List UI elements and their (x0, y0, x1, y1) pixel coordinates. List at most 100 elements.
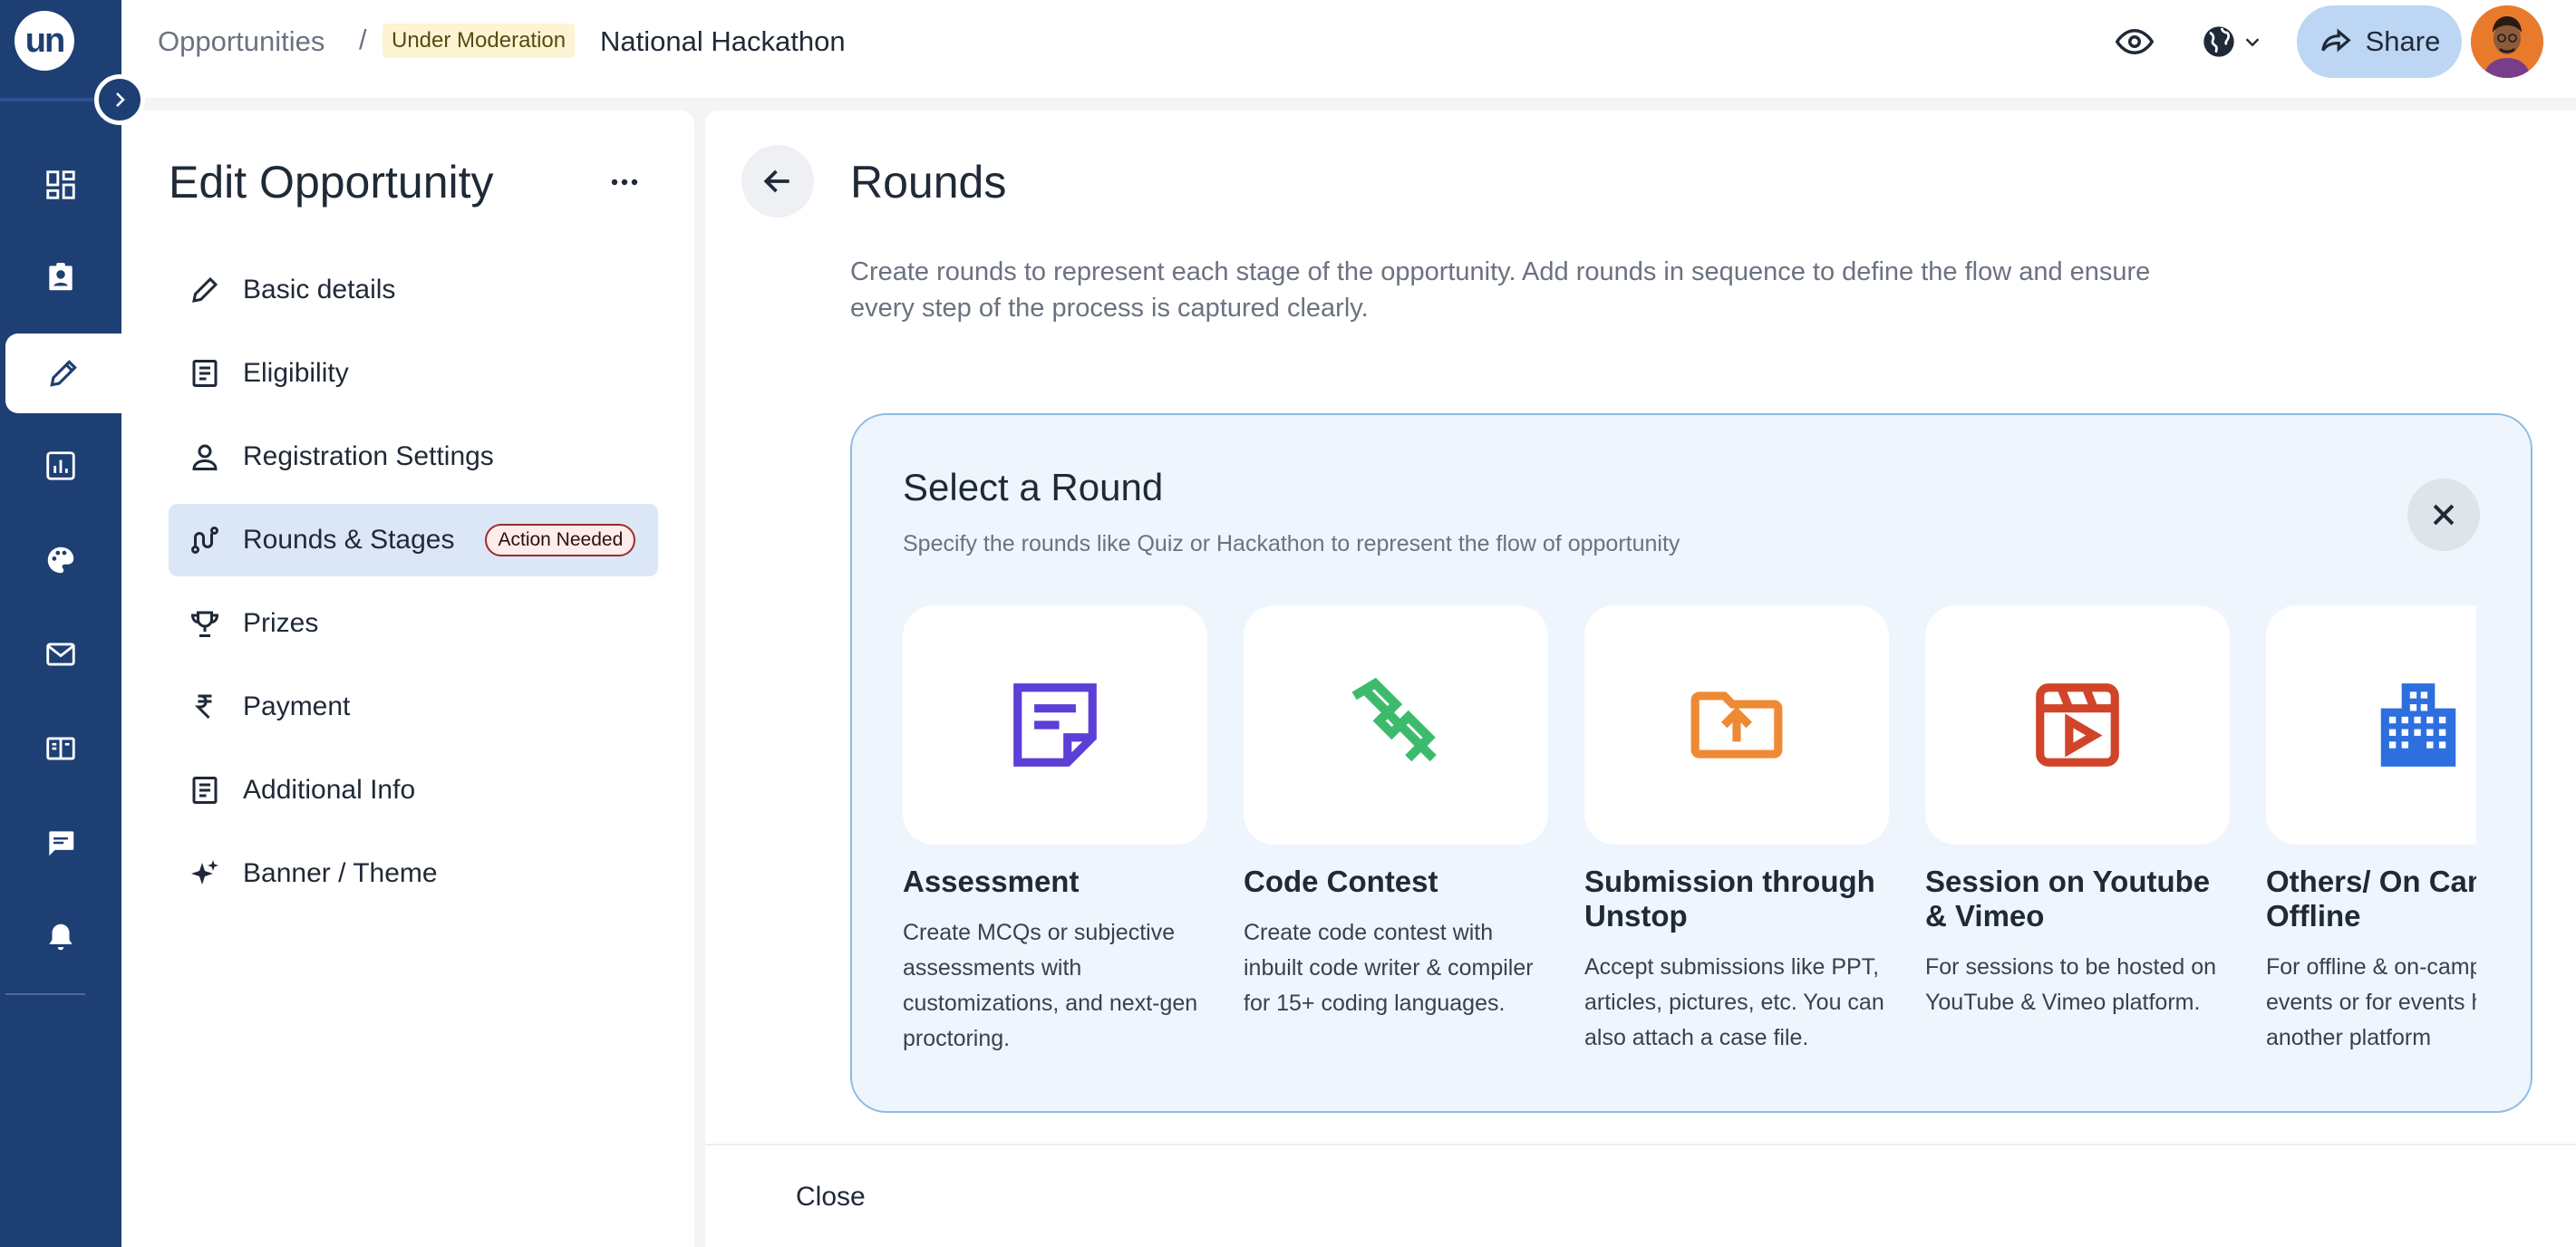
nav-item-payment[interactable]: Payment (169, 671, 658, 743)
rail-item-mail[interactable] (0, 614, 121, 694)
share-arrow-icon (2320, 28, 2351, 53)
trophy-icon (190, 611, 219, 637)
route-icon (191, 527, 218, 554)
select-round-title: Select a Round (903, 466, 1164, 508)
round-card-assessment[interactable]: Assessment Create MCQs or subjective ass… (903, 605, 1207, 1057)
round-card-code-contest[interactable]: Code Contest Create code contest with in… (1244, 605, 1548, 1021)
video-clap-icon (2036, 683, 2119, 767)
round-type-carousel: Assessment Create MCQs or subjective ass… (903, 605, 2476, 1095)
rail-item-contacts[interactable] (0, 237, 121, 317)
person-icon (192, 444, 218, 470)
nav-item-label: Prizes (243, 608, 319, 638)
breadcrumb-opportunities[interactable]: Opportunities (158, 25, 324, 58)
rail-divider-bottom (5, 993, 85, 995)
folder-upload-icon (1690, 691, 1783, 759)
close-select-round-button[interactable] (2407, 478, 2480, 551)
breadcrumb-current: National Hackathon (600, 25, 846, 57)
share-label: Share (2365, 25, 2441, 57)
mail-icon (46, 643, 75, 666)
more-horizontal-icon (611, 179, 638, 186)
round-card-description: Accept submissions like PPT, articles, p… (1584, 954, 1884, 1050)
nav-item-additional-info[interactable]: Additional Info (169, 754, 658, 826)
select-round-subtitle: Specify the rounds like Quiz or Hackatho… (903, 531, 1680, 556)
nav-item-registration-settings[interactable]: Registration Settings (169, 420, 658, 493)
book-icon (46, 737, 75, 760)
round-card-submission[interactable]: Submission through Unstop Accept submiss… (1584, 605, 1889, 1056)
round-card-description: For offline & on-campus events or for ev… (2266, 954, 2476, 1050)
nav-item-label: Banner / Theme (243, 858, 438, 888)
nav-item-label: Additional Info (243, 775, 416, 805)
action-needed-badge: Action Needed (485, 524, 636, 556)
nav-item-label: Basic details (243, 275, 396, 304)
nav-item-prizes[interactable]: Prizes (169, 587, 658, 660)
chat-icon (49, 831, 74, 856)
round-card-description: Create code contest with inbuilt code wr… (1244, 920, 1534, 1016)
nav-item-basic-details[interactable]: Basic details (169, 254, 658, 326)
bell-icon (49, 923, 73, 951)
nav-item-banner-theme[interactable]: Banner / Theme (169, 837, 658, 910)
preview-button[interactable] (2114, 20, 2155, 63)
nav-item-eligibility[interactable]: Eligibility (169, 337, 658, 410)
visibility-dropdown[interactable] (2197, 20, 2266, 63)
nav-item-label: Rounds & Stages (243, 525, 455, 555)
round-card-name: Others/ On Campus Offline (2266, 865, 2476, 933)
pencil-icon (50, 360, 77, 387)
rail-item-chat[interactable] (0, 803, 121, 883)
chevron-down-icon (2245, 38, 2260, 47)
nav-item-rounds-stages[interactable]: Rounds & Stages Action Needed (169, 504, 658, 576)
share-button[interactable]: Share (2297, 5, 2462, 78)
rail-item-palette[interactable] (0, 520, 121, 600)
round-card-description: Create MCQs or subjective assessments wi… (903, 920, 1198, 1051)
rail-item-notifications[interactable] (0, 897, 121, 977)
rail-item-dashboard[interactable] (0, 145, 121, 225)
close-icon (2433, 504, 2455, 526)
chevron-right-icon (116, 92, 125, 107)
palette-icon (47, 546, 74, 574)
round-card-session[interactable]: Session on Youtube & Vimeo For sessions … (1925, 605, 2230, 1020)
pencil-icon (192, 276, 218, 303)
round-card-tile (903, 605, 1207, 845)
app-logo[interactable]: un (15, 11, 74, 71)
round-card-tile (1925, 605, 2230, 845)
sparkle-icon (191, 860, 218, 884)
nav-item-label: Registration Settings (243, 441, 494, 471)
document-icon (192, 777, 218, 804)
dashboard-icon (46, 170, 75, 199)
building-icon (2380, 683, 2456, 767)
rail-item-edit[interactable] (5, 334, 121, 413)
rail-item-analytics[interactable] (0, 426, 121, 506)
round-card-tile (1244, 605, 1548, 845)
round-card-name: Session on Youtube & Vimeo (1925, 865, 2211, 933)
page-description: Create rounds to represent each stage of… (850, 257, 2151, 323)
round-card-name: Code Contest (1244, 865, 1438, 898)
analytics-icon (46, 451, 75, 480)
more-options-button[interactable] (602, 169, 647, 196)
note-icon (1013, 683, 1097, 767)
round-card-description: For sessions to be hosted on YouTube & V… (1925, 954, 2217, 1015)
globe-icon (2203, 26, 2234, 57)
code-icon (1351, 677, 1437, 762)
contacts-icon (49, 263, 73, 291)
edit-opportunity-panel: Edit Opportunity Basic details Eligibili… (121, 111, 694, 1247)
back-button[interactable] (741, 145, 814, 218)
status-badge: Under Moderation (383, 24, 576, 58)
document-icon (192, 360, 218, 387)
expand-sidebar-button[interactable] (94, 74, 145, 125)
round-card-offline[interactable]: Others/ On Campus Offline For offline & … (2266, 605, 2476, 1056)
round-card-name: Submission through Unstop (1584, 865, 1875, 933)
close-button[interactable]: Close (796, 1182, 866, 1213)
round-card-name: Assessment (903, 865, 1080, 898)
breadcrumb-separator: / (359, 24, 367, 55)
page-title: Rounds (850, 157, 1007, 208)
round-card-tile (1584, 605, 1889, 845)
eye-icon (2116, 28, 2154, 55)
rounds-panel: Rounds Create rounds to represent each s… (705, 111, 2576, 1144)
rounds-footer: Close (705, 1144, 2576, 1247)
round-card-tile (2266, 605, 2476, 845)
avatar[interactable] (2471, 5, 2543, 78)
rupee-icon (194, 694, 212, 720)
arrow-left-icon (763, 169, 789, 193)
nav-item-label: Eligibility (243, 358, 349, 388)
app-rail: un (0, 0, 121, 1247)
rail-item-book[interactable] (0, 709, 121, 788)
